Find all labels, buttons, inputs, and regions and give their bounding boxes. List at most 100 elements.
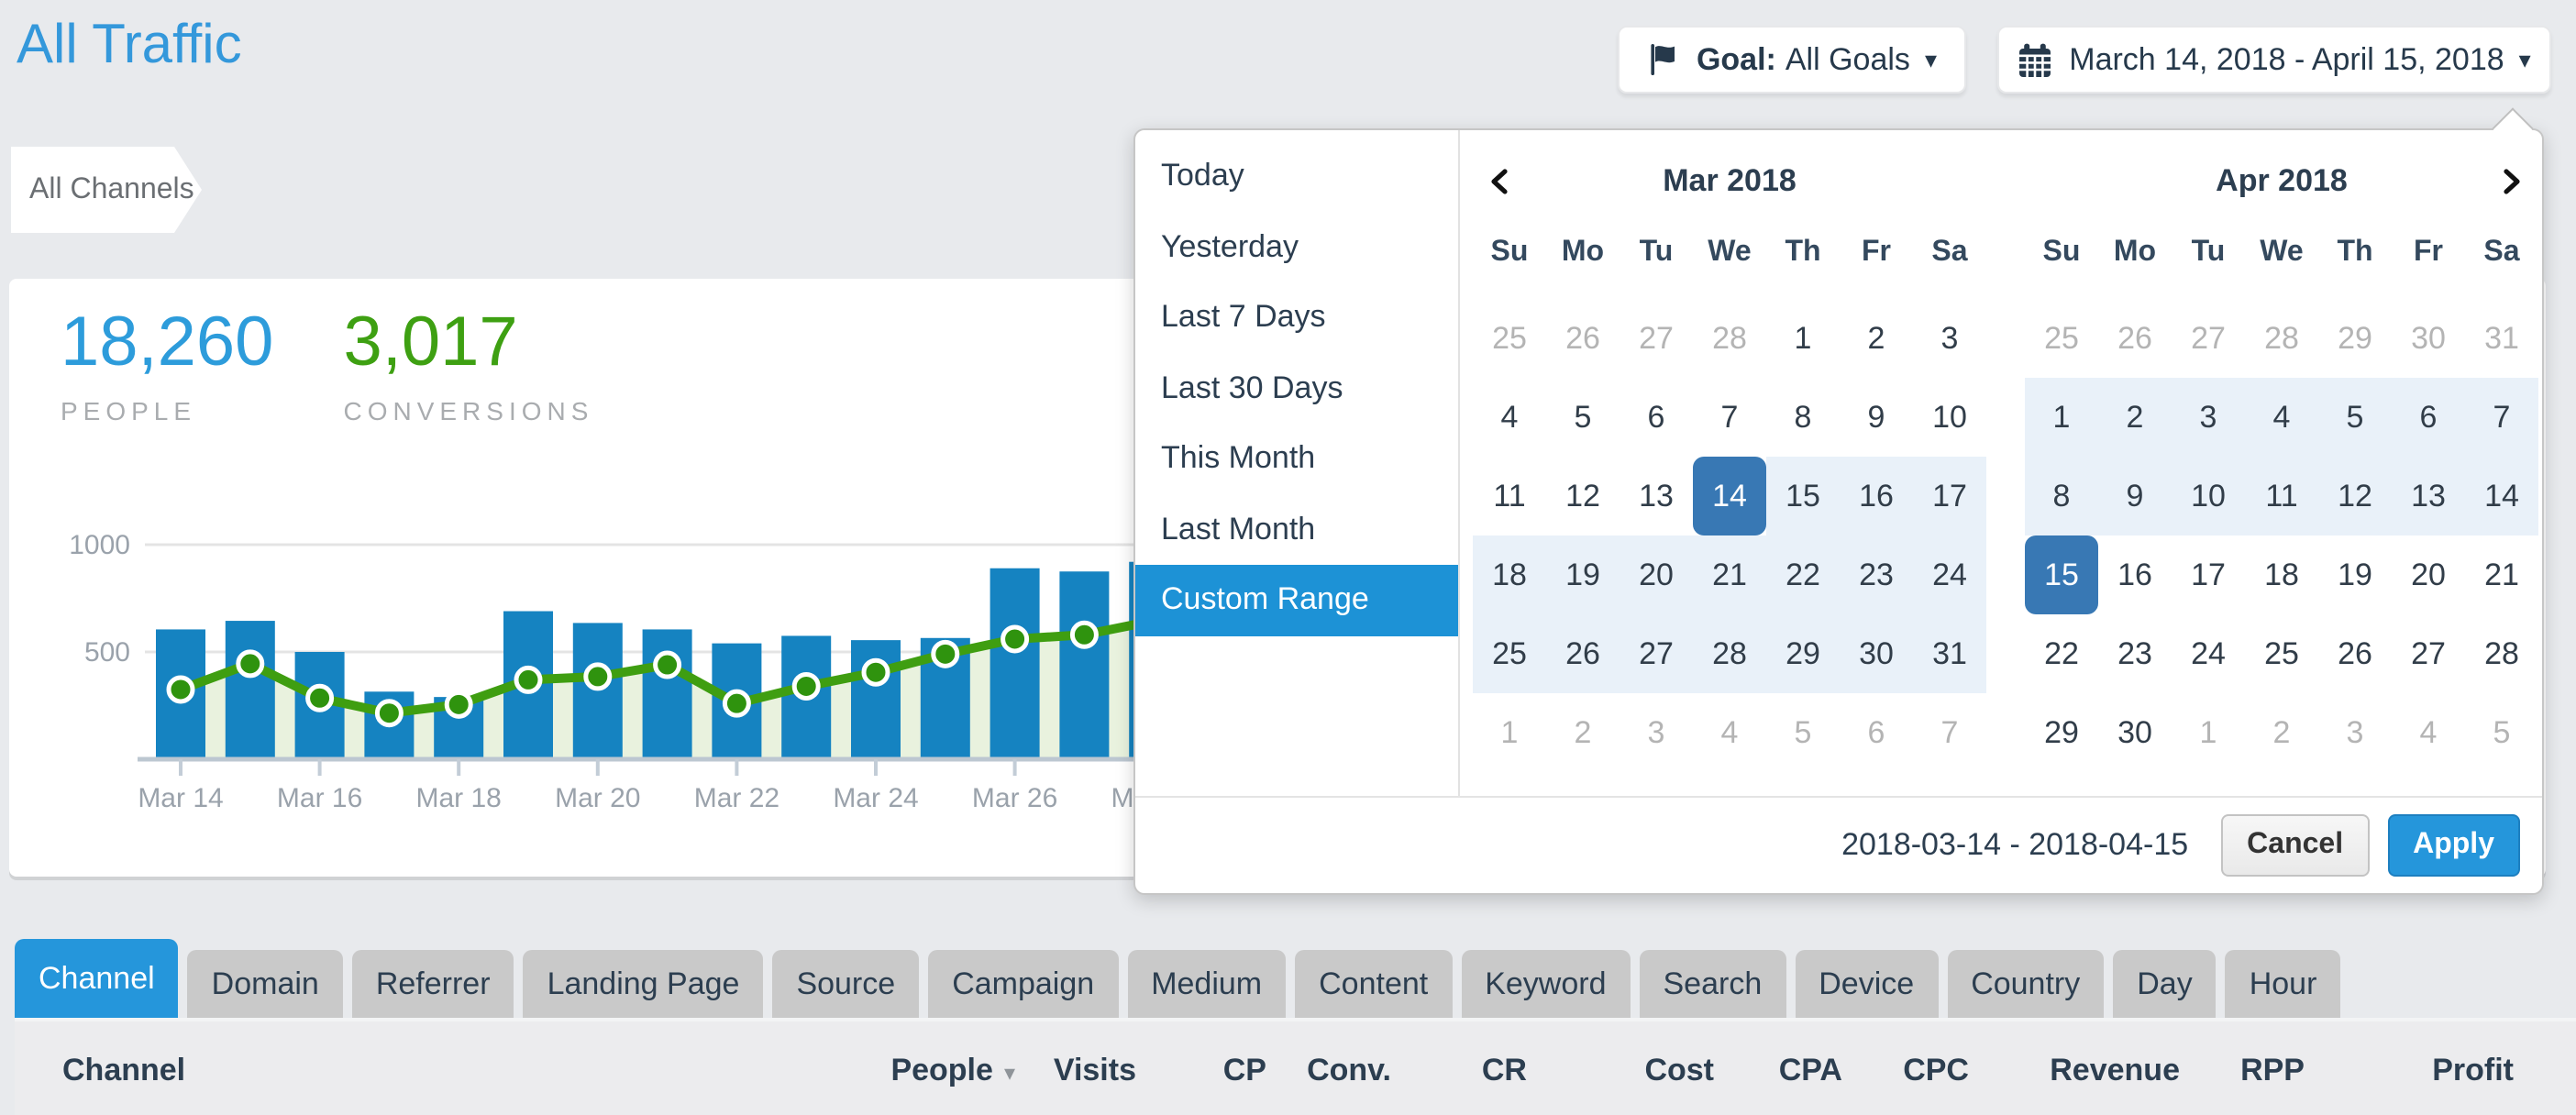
breadcrumb[interactable]: All Channels [11, 147, 202, 233]
column-header-cpa[interactable]: CPA [1779, 1053, 1842, 1089]
line-marker-mar-20[interactable] [586, 665, 610, 689]
preset-custom-range[interactable]: Custom Range [1135, 565, 1458, 635]
day-cell[interactable]: 30 [2392, 299, 2465, 378]
day-cell[interactable]: 25 [2245, 614, 2318, 693]
bar-mar-27[interactable] [1059, 571, 1109, 759]
tab-search[interactable]: Search [1640, 950, 1786, 1018]
column-header-visits[interactable]: Visits [1054, 1053, 1136, 1089]
column-header-cp[interactable]: CP [1223, 1053, 1266, 1089]
day-cell[interactable]: 2 [2098, 378, 2172, 457]
day-cell[interactable]: 19 [1546, 535, 1620, 614]
bar-mar-20[interactable] [573, 623, 623, 759]
day-cell[interactable]: 2 [1840, 299, 1913, 378]
tab-country[interactable]: Country [1947, 950, 2104, 1018]
day-cell[interactable]: 26 [2318, 614, 2392, 693]
day-cell[interactable]: 27 [2392, 614, 2465, 693]
day-cell[interactable]: 28 [2465, 614, 2538, 693]
bar-mar-24[interactable] [851, 640, 901, 759]
tab-day[interactable]: Day [2113, 950, 2216, 1018]
preset-last-30-days[interactable]: Last 30 Days [1135, 353, 1458, 424]
day-cell[interactable]: 13 [1620, 457, 1693, 535]
day-cell[interactable]: 28 [1693, 299, 1766, 378]
tab-device[interactable]: Device [1795, 950, 1938, 1018]
day-cell[interactable]: 16 [1840, 457, 1913, 535]
day-cell[interactable]: 1 [2025, 378, 2098, 457]
preset-last-month[interactable]: Last Month [1135, 494, 1458, 565]
tab-hour[interactable]: Hour [2226, 950, 2341, 1018]
day-cell[interactable]: 8 [2025, 457, 2098, 535]
day-cell[interactable]: 27 [1620, 614, 1693, 693]
day-cell[interactable]: 20 [1620, 535, 1693, 614]
day-cell[interactable]: 14 [2465, 457, 2538, 535]
line-marker-mar-24[interactable] [864, 660, 888, 684]
line-marker-mar-16[interactable] [308, 686, 332, 710]
tab-landing-page[interactable]: Landing Page [524, 950, 764, 1018]
day-cell[interactable]: 11 [1473, 457, 1546, 535]
day-cell[interactable]: 31 [1913, 614, 1986, 693]
bar-mar-15[interactable] [226, 621, 275, 759]
day-cell[interactable]: 26 [2098, 299, 2172, 378]
day-cell[interactable]: 3 [1620, 693, 1693, 772]
day-cell[interactable]: 10 [1913, 378, 1986, 457]
preset-this-month[interactable]: This Month [1135, 424, 1458, 494]
column-header-cr[interactable]: CR [1482, 1053, 1527, 1089]
day-cell[interactable]: 6 [2392, 378, 2465, 457]
day-cell[interactable]: 10 [2172, 457, 2245, 535]
line-marker-mar-21[interactable] [656, 653, 680, 677]
column-header-profit[interactable]: Profit [2432, 1053, 2514, 1089]
day-cell[interactable]: 4 [2245, 378, 2318, 457]
day-cell[interactable]: 8 [1766, 378, 1840, 457]
day-cell[interactable]: 7 [2465, 378, 2538, 457]
day-cell[interactable]: 28 [1693, 614, 1766, 693]
day-cell[interactable]: 7 [1693, 378, 1766, 457]
line-marker-mar-23[interactable] [794, 674, 818, 698]
day-cell[interactable]: 1 [1473, 693, 1546, 772]
day-cell[interactable]: 27 [1620, 299, 1693, 378]
day-cell-selected[interactable]: 14 [1693, 457, 1766, 535]
day-cell[interactable]: 28 [2245, 299, 2318, 378]
day-cell[interactable]: 12 [2318, 457, 2392, 535]
day-cell[interactable]: 4 [1473, 378, 1546, 457]
day-cell[interactable]: 31 [2465, 299, 2538, 378]
column-header-channel[interactable]: Channel [62, 1053, 185, 1089]
cancel-button[interactable]: Cancel [2221, 814, 2369, 877]
day-cell[interactable]: 1 [1766, 299, 1840, 378]
line-marker-mar-19[interactable] [516, 668, 540, 691]
day-cell[interactable]: 12 [1546, 457, 1620, 535]
tab-medium[interactable]: Medium [1127, 950, 1286, 1018]
bar-mar-21[interactable] [643, 629, 692, 759]
preset-last-7-days[interactable]: Last 7 Days [1135, 282, 1458, 353]
column-header-conv-[interactable]: Conv. [1307, 1053, 1391, 1089]
line-marker-mar-14[interactable] [169, 678, 193, 701]
day-cell[interactable]: 5 [2465, 693, 2538, 772]
day-cell[interactable]: 3 [2318, 693, 2392, 772]
day-cell[interactable]: 22 [2025, 614, 2098, 693]
next-month-icon[interactable] [2498, 169, 2524, 194]
tab-referrer[interactable]: Referrer [352, 950, 514, 1018]
goal-dropdown-button[interactable]: Goal: All Goals ▾ [1618, 26, 1966, 94]
day-cell[interactable]: 3 [1913, 299, 1986, 378]
line-marker-mar-22[interactable] [724, 691, 748, 715]
tab-domain[interactable]: Domain [188, 950, 343, 1018]
day-cell[interactable]: 19 [2318, 535, 2392, 614]
line-marker-mar-17[interactable] [377, 701, 401, 725]
day-cell[interactable]: 5 [1766, 693, 1840, 772]
day-cell[interactable]: 24 [1913, 535, 1986, 614]
day-cell[interactable]: 17 [2172, 535, 2245, 614]
apply-button[interactable]: Apply [2387, 814, 2520, 877]
day-cell[interactable]: 29 [2025, 693, 2098, 772]
day-cell[interactable]: 21 [1693, 535, 1766, 614]
tab-keyword[interactable]: Keyword [1461, 950, 1630, 1018]
day-cell[interactable]: 26 [1546, 299, 1620, 378]
day-cell[interactable]: 4 [2392, 693, 2465, 772]
day-cell[interactable]: 25 [1473, 614, 1546, 693]
day-cell[interactable]: 5 [1546, 378, 1620, 457]
line-marker-mar-25[interactable] [934, 642, 957, 666]
column-header-people[interactable]: People▾ [890, 1053, 1015, 1089]
day-cell[interactable]: 18 [1473, 535, 1546, 614]
day-cell[interactable]: 29 [2318, 299, 2392, 378]
day-cell[interactable]: 26 [1546, 614, 1620, 693]
day-cell[interactable]: 1 [2172, 693, 2245, 772]
line-marker-mar-27[interactable] [1072, 623, 1096, 646]
preset-yesterday[interactable]: Yesterday [1135, 212, 1458, 282]
